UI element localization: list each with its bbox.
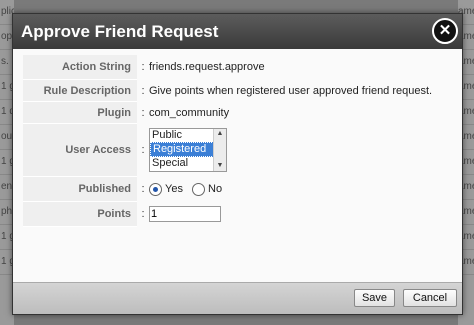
scroll-up-arrow-icon[interactable]: ▲ [214, 129, 226, 139]
dialog-title: Approve Friend Request [21, 22, 219, 41]
published-yes-radio[interactable] [149, 182, 162, 196]
rule-description-label: Rule Description [23, 79, 137, 102]
colon-separator: : [141, 208, 145, 220]
published-no-radio[interactable] [192, 182, 206, 196]
rule-form: Action String : friends.request.approve … [23, 55, 432, 227]
published-no-label[interactable]: No [208, 183, 222, 195]
form-row-user-access: User Access : Public Registered Special … [23, 123, 432, 177]
action-string-label: Action String [23, 55, 137, 80]
colon-separator: : [141, 84, 145, 97]
points-cell [149, 202, 432, 227]
scroll-down-arrow-icon[interactable]: ▼ [214, 161, 226, 171]
colon-separator: : [141, 183, 145, 195]
colon-separator: : [141, 106, 145, 119]
form-row-action-string: Action String : friends.request.approve [23, 55, 432, 80]
form-row-rule-description: Rule Description : Give points when regi… [23, 79, 433, 102]
user-access-listbox[interactable]: Public Registered Special ▲ ▼ [149, 128, 227, 172]
colon-separator: : [141, 61, 145, 74]
save-button[interactable]: Save [354, 289, 395, 307]
colon-separator: : [141, 144, 145, 156]
rule-description-value: Give points when registered user approve… [149, 84, 433, 97]
user-access-cell: Public Registered Special ▲ ▼ [149, 124, 432, 177]
plugin-value: com_community [149, 106, 230, 119]
form-row-published: Published : Yes No [23, 176, 432, 202]
points-input[interactable] [149, 206, 221, 222]
user-access-label: User Access [23, 123, 137, 177]
form-row-plugin: Plugin : com_community [23, 101, 432, 124]
points-label: Points [23, 201, 137, 227]
published-cell: Yes No [149, 177, 432, 202]
close-icon[interactable]: ✕ [432, 18, 458, 44]
dialog-header: Approve Friend Request ✕ [13, 14, 462, 49]
plugin-label: Plugin [23, 101, 137, 124]
form-row-points: Points : [23, 201, 432, 227]
cancel-button[interactable]: Cancel [403, 289, 457, 307]
published-label: Published [23, 176, 137, 202]
action-string-value: friends.request.approve [149, 61, 265, 74]
dialog-footer: Save Cancel [13, 282, 462, 314]
approve-friend-request-dialog: Approve Friend Request ✕ Action String :… [12, 13, 463, 315]
listbox-scrollbar[interactable]: ▲ ▼ [213, 129, 226, 171]
published-yes-label[interactable]: Yes [165, 183, 183, 195]
dialog-body: Action String : friends.request.approve … [13, 49, 462, 283]
